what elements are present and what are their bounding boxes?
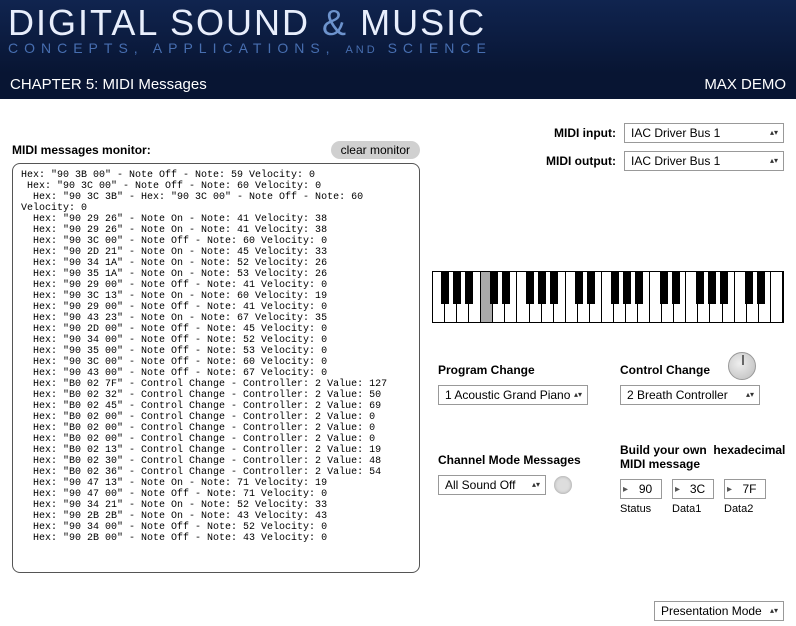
build-label-a: Build your own: [620, 443, 707, 457]
control-change-knob[interactable]: [728, 352, 756, 380]
piano-black-key[interactable]: [720, 272, 728, 304]
stepper-icon: ▴▾: [529, 482, 543, 488]
program-change-select[interactable]: 1 Acoustic Grand Piano ▴▾: [438, 385, 588, 405]
piano-black-key[interactable]: [672, 272, 680, 304]
app-header: DIGITAL SOUND & MUSIC CONCEPTS, APPLICAT…: [0, 0, 796, 73]
program-change-label: Program Change: [438, 363, 608, 377]
piano-black-key[interactable]: [575, 272, 583, 304]
title-part-a: DIGITAL SOUND: [8, 2, 310, 43]
clear-monitor-button[interactable]: clear monitor: [331, 141, 420, 159]
midi-input-value: IAC Driver Bus 1: [631, 126, 720, 140]
stepper-icon: ▴▾: [767, 158, 781, 164]
piano-black-key[interactable]: [745, 272, 753, 304]
subtitle-and: AND: [345, 44, 377, 56]
subtitle-b: SCIENCE: [388, 40, 492, 56]
midi-input-select[interactable]: IAC Driver Bus 1 ▴▾: [624, 123, 784, 143]
piano-black-key[interactable]: [538, 272, 546, 304]
piano-black-key[interactable]: [526, 272, 534, 304]
piano-black-key[interactable]: [550, 272, 558, 304]
presentation-mode-select[interactable]: Presentation Mode ▴▾: [654, 601, 784, 621]
piano-black-key[interactable]: [696, 272, 704, 304]
piano-black-key[interactable]: [611, 272, 619, 304]
stepper-icon: ▴▾: [571, 392, 585, 398]
stepper-icon: ▴▾: [743, 392, 757, 398]
piano-white-key[interactable]: [771, 272, 783, 322]
demo-label: MAX DEMO: [704, 76, 786, 96]
midi-input-label: MIDI input:: [554, 126, 616, 140]
program-change-value: 1 Acoustic Grand Piano: [445, 388, 570, 402]
chevron-right-icon: ▸: [725, 484, 734, 495]
chapter-label: CHAPTER 5: MIDI Messages: [10, 76, 207, 96]
data2-byte-value: 7F: [734, 482, 765, 496]
control-change-select[interactable]: 2 Breath Controller ▴▾: [620, 385, 760, 405]
data2-byte-input[interactable]: ▸ 7F: [724, 479, 766, 499]
channel-mode-select[interactable]: All Sound Off ▴▾: [438, 475, 546, 495]
piano-keyboard[interactable]: [432, 271, 784, 323]
status-sublabel: Status: [620, 503, 662, 515]
midi-output-value: IAC Driver Bus 1: [631, 154, 720, 168]
presentation-mode-value: Presentation Mode: [661, 604, 762, 618]
piano-black-key[interactable]: [635, 272, 643, 304]
piano-black-key[interactable]: [708, 272, 716, 304]
monitor-label: MIDI messages monitor:: [12, 143, 151, 157]
channel-mode-label: Channel Mode Messages: [438, 453, 618, 467]
title-ampersand: &: [322, 2, 348, 43]
title-part-b: MUSIC: [360, 2, 486, 43]
piano-black-key[interactable]: [453, 272, 461, 304]
data1-byte-input[interactable]: ▸ 3C: [672, 479, 714, 499]
piano-black-key[interactable]: [441, 272, 449, 304]
data1-byte-value: 3C: [682, 482, 713, 496]
subtitle-a: CONCEPTS, APPLICATIONS,: [8, 40, 336, 56]
midi-io-panel: MIDI input: IAC Driver Bus 1 ▴▾ MIDI out…: [546, 123, 784, 179]
chapter-bar: CHAPTER 5: MIDI Messages MAX DEMO: [0, 73, 796, 99]
data1-sublabel: Data1: [672, 503, 714, 515]
build-label: Build your own hexadecimal MIDI message: [620, 443, 790, 471]
piano-black-key[interactable]: [757, 272, 765, 304]
piano-black-key[interactable]: [465, 272, 473, 304]
channel-mode-send-button[interactable]: [554, 476, 572, 494]
channel-mode-value: All Sound Off: [445, 478, 516, 492]
midi-output-label: MIDI output:: [546, 154, 616, 168]
stepper-icon: ▴▾: [767, 130, 781, 136]
chevron-right-icon: ▸: [621, 484, 630, 495]
piano-black-key[interactable]: [587, 272, 595, 304]
monitor-textarea[interactable]: Hex: "90 3B 00" - Note Off - Note: 59 Ve…: [12, 163, 420, 573]
piano-black-key[interactable]: [502, 272, 510, 304]
status-byte-value: 90: [630, 482, 661, 496]
subtitle: CONCEPTS, APPLICATIONS, AND SCIENCE: [8, 40, 788, 56]
title: DIGITAL SOUND & MUSIC: [8, 0, 788, 44]
piano-black-key[interactable]: [623, 272, 631, 304]
chevron-right-icon: ▸: [673, 484, 682, 495]
piano-black-key[interactable]: [660, 272, 668, 304]
midi-output-select[interactable]: IAC Driver Bus 1 ▴▾: [624, 151, 784, 171]
stepper-icon: ▴▾: [767, 608, 781, 614]
status-byte-input[interactable]: ▸ 90: [620, 479, 662, 499]
control-change-value: 2 Breath Controller: [627, 388, 728, 402]
piano-black-key[interactable]: [490, 272, 498, 304]
data2-sublabel: Data2: [724, 503, 766, 515]
control-change-label: Control Change: [620, 363, 786, 377]
